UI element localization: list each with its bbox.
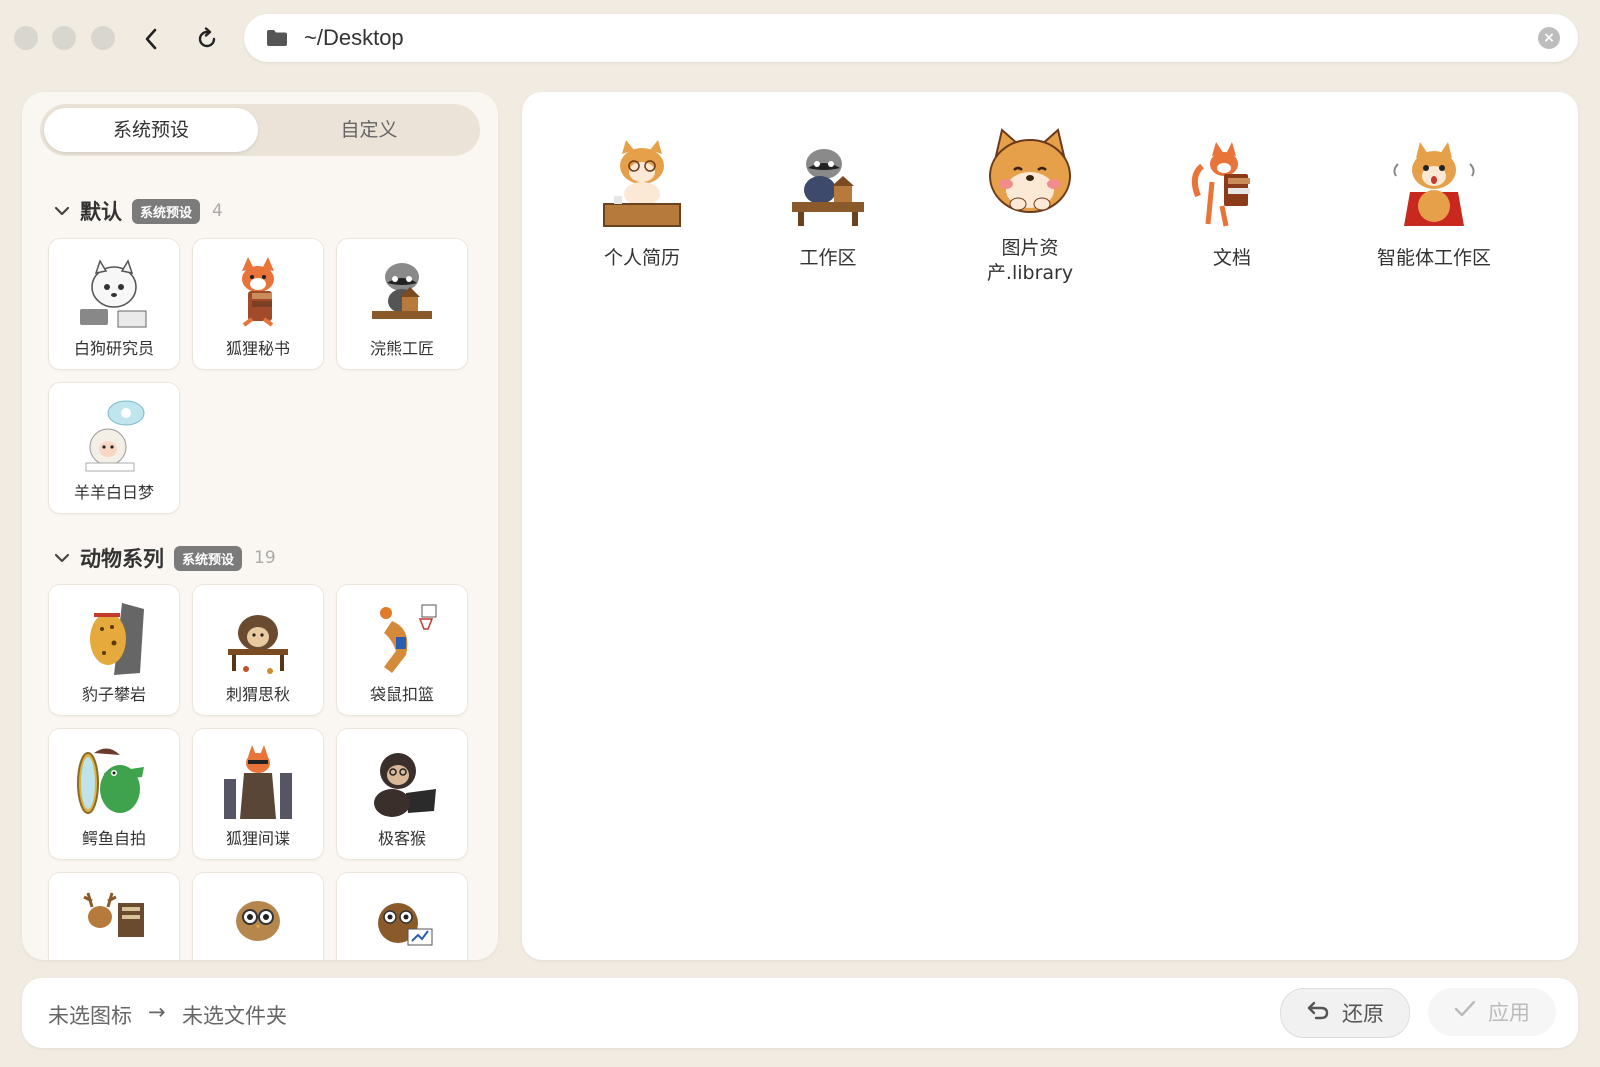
title-bar: ~/Desktop × xyxy=(0,0,1600,80)
preset-badge: 系统预设 xyxy=(132,198,201,224)
group-header-animals[interactable]: 动物系列 系统预设 19 xyxy=(54,543,276,573)
icon-card-owl-reader[interactable] xyxy=(192,872,324,960)
clear-icon[interactable]: × xyxy=(1538,27,1560,49)
icon-card-kangaroo-dunk[interactable]: 袋鼠扣篮 xyxy=(336,584,468,716)
folder-label-line1: 图片资 xyxy=(1001,237,1059,259)
chevron-down-icon xyxy=(54,550,70,566)
status-bar: 未选图标 → 未选文件夹 还原 应用 xyxy=(22,978,1578,1048)
arrow-right-icon: → xyxy=(148,1000,166,1024)
icon-card-white-dog-researcher[interactable]: 白狗研究员 xyxy=(48,238,180,370)
fox-spy-icon xyxy=(224,745,292,819)
chevron-down-icon xyxy=(54,203,70,219)
icon-card-label: 狐狸秘书 xyxy=(225,339,290,358)
group-header-default[interactable]: 默认 系统预设 4 xyxy=(54,196,223,226)
icon-card-label: 极客猴 xyxy=(377,829,426,848)
icon-card-sheep-daydream[interactable]: 羊羊白日梦 xyxy=(48,382,180,514)
raccoon-desk-icon xyxy=(792,149,864,226)
folder-label-line2: 产.library xyxy=(986,262,1074,284)
checkmark-icon xyxy=(1454,999,1476,1025)
window-minimize-button[interactable] xyxy=(52,26,76,50)
icon-card-fox-secretary[interactable]: 狐狸秘书 xyxy=(192,238,324,370)
shiba-desk-icon xyxy=(603,140,681,227)
folder-resume[interactable]: 个人简历 xyxy=(562,136,722,271)
tab-system-presets[interactable]: 系统预设 xyxy=(44,108,258,152)
undo-icon xyxy=(1306,999,1330,1027)
leopard-icon xyxy=(90,603,144,675)
icon-card-owl-analyst[interactable] xyxy=(336,872,468,960)
folder-documents[interactable]: 文档 xyxy=(1152,136,1312,271)
icon-card-label: 刺猬思秋 xyxy=(225,685,290,704)
folder-label: 工作区 xyxy=(799,247,857,269)
owl-icon xyxy=(236,901,280,941)
shiba-face-icon xyxy=(989,128,1071,213)
folder-photo-library[interactable]: 图片资 产.library xyxy=(950,126,1110,286)
icon-card-label: 袋鼠扣篮 xyxy=(369,685,434,704)
folder-agent-workspace[interactable]: 智能体工作区 xyxy=(1354,136,1514,271)
deer-icon xyxy=(83,892,144,937)
restore-label: 还原 xyxy=(1342,1002,1384,1026)
reload-button[interactable] xyxy=(190,22,224,56)
chevron-left-icon xyxy=(145,28,157,50)
address-path: ~/Desktop xyxy=(304,25,404,50)
icon-card-label: 狐狸间谍 xyxy=(225,829,290,848)
folder-label: 智能体工作区 xyxy=(1376,247,1491,269)
window-close-button[interactable] xyxy=(14,26,38,50)
folder-label: 个人简历 xyxy=(603,247,680,269)
folder-workspace[interactable]: 工作区 xyxy=(748,136,908,271)
monkey-icon xyxy=(374,753,436,817)
icon-card-label: 浣熊工匠 xyxy=(369,339,434,358)
sheep-icon xyxy=(85,400,145,472)
icon-card-fox-spy[interactable]: 狐狸间谍 xyxy=(192,728,324,860)
folder-icon xyxy=(266,29,288,47)
apply-label: 应用 xyxy=(1488,1001,1530,1025)
back-button[interactable] xyxy=(134,22,168,56)
icon-library-panel: 系统预设 自定义 默认 系统预设 4 白狗研究员 狐狸秘书 浣熊工匠 羊羊白日梦… xyxy=(22,92,498,960)
tab-custom[interactable]: 自定义 xyxy=(262,108,476,152)
group-count: 4 xyxy=(212,201,223,221)
icon-card-crocodile-selfie[interactable]: 鳄鱼自拍 xyxy=(48,728,180,860)
reload-icon xyxy=(198,27,216,48)
preset-badge: 系统预设 xyxy=(174,545,243,571)
group-title: 动物系列 xyxy=(80,547,164,571)
owl-analyst-icon xyxy=(378,903,433,946)
folder-browser: 个人简历 工作区 图片资 产.library 文档 智能体工作区 xyxy=(522,92,1578,960)
icon-card-label: 白狗研究员 xyxy=(73,339,154,358)
restore-button[interactable]: 还原 xyxy=(1280,988,1410,1038)
window-zoom-button[interactable] xyxy=(91,26,115,50)
icon-card-label: 豹子攀岩 xyxy=(81,685,146,704)
icon-card-hedgehog-autumn[interactable]: 刺猬思秋 xyxy=(192,584,324,716)
raccoon-icon xyxy=(372,263,432,319)
hedgehog-icon xyxy=(228,615,288,674)
icon-card-leopard-climbing[interactable]: 豹子攀岩 xyxy=(48,584,180,716)
icon-card-raccoon-craftsman[interactable]: 浣熊工匠 xyxy=(336,238,468,370)
folder-label: 图片资 产.library xyxy=(950,236,1110,286)
icon-card-geek-monkey[interactable]: 极客猴 xyxy=(336,728,468,860)
shiba-cape-icon xyxy=(1393,142,1475,226)
icon-card-label: 鳄鱼自拍 xyxy=(81,829,146,848)
selected-icon-status: 未选图标 xyxy=(48,1004,132,1028)
kangaroo-icon xyxy=(380,604,437,673)
tab-switcher: 系统预设 自定义 xyxy=(40,104,480,156)
icon-card-label: 羊羊白日梦 xyxy=(73,483,154,502)
selected-folder-status: 未选文件夹 xyxy=(182,1004,287,1028)
crocodile-icon xyxy=(77,748,144,814)
fox-icon xyxy=(242,257,274,327)
apply-button[interactable]: 应用 xyxy=(1428,988,1556,1036)
address-bar[interactable]: ~/Desktop × xyxy=(244,14,1578,62)
white-dog-icon xyxy=(80,259,147,328)
group-title: 默认 xyxy=(80,200,122,224)
fox-books-icon xyxy=(1191,142,1250,227)
folder-label: 文档 xyxy=(1212,247,1251,269)
group-count: 19 xyxy=(254,548,276,568)
icon-card-deer[interactable] xyxy=(48,872,180,960)
